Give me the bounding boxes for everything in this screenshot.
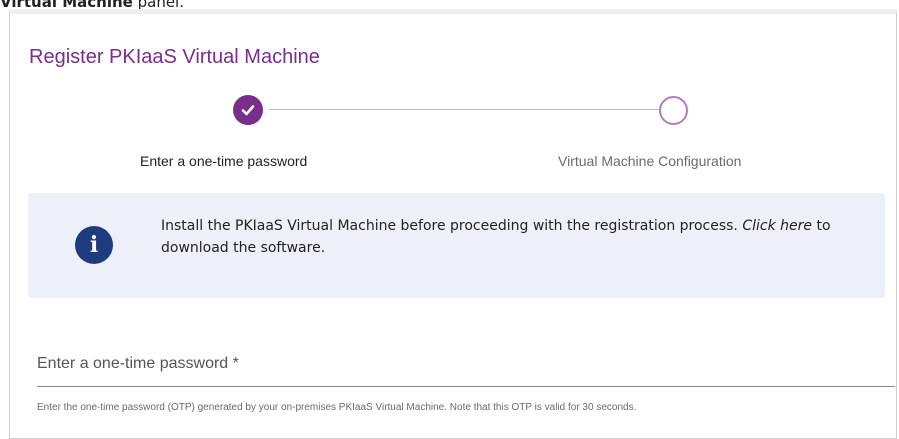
check-icon — [241, 105, 255, 116]
otp-help-text: Enter the one-time password (OTP) genera… — [37, 402, 637, 413]
register-panel: Register PKIaaS Virtual Machine Enter a … — [9, 9, 899, 439]
otp-underline — [37, 386, 895, 387]
info-banner: i Install the PKIaaS Virtual Machine bef… — [28, 193, 885, 298]
step-2-circle-icon[interactable] — [659, 96, 688, 125]
info-text-before: Install the PKIaaS Virtual Machine befor… — [161, 218, 743, 234]
page-caption: Virtual Machine panel. — [0, 0, 184, 11]
step-1-label: Enter a one-time password — [140, 153, 308, 169]
panel-title: Register PKIaaS Virtual Machine — [29, 46, 320, 68]
step-1-check-icon[interactable] — [233, 95, 263, 125]
otp-input[interactable] — [37, 352, 899, 380]
download-link[interactable]: Click here — [742, 218, 812, 234]
stepper-connector — [269, 109, 660, 110]
info-icon: i — [75, 226, 113, 264]
info-text: Install the PKIaaS Virtual Machine befor… — [161, 215, 871, 259]
step-2-label: Virtual Machine Configuration — [558, 153, 742, 169]
